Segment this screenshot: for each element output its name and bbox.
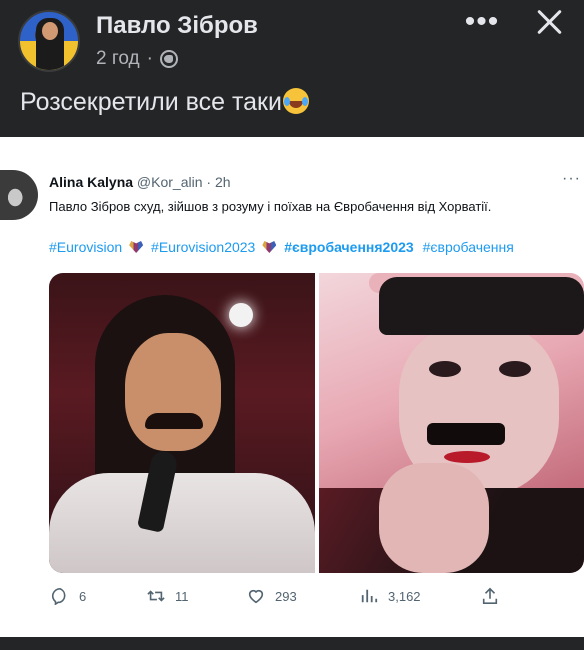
photo-moustache bbox=[145, 413, 203, 429]
post-meta: 2 год · bbox=[96, 48, 178, 70]
tweet-avatar bbox=[0, 170, 38, 220]
photo-cap bbox=[379, 277, 584, 335]
tweet-hashtags: #Eurovision #Eurovision2023 #євробачення… bbox=[49, 239, 519, 255]
author-avatar[interactable] bbox=[18, 10, 80, 72]
tweet-author-name: Alina Kalyna bbox=[49, 174, 134, 190]
tweet-author: Alina Kalyna @Kor_alin · 2h bbox=[49, 174, 231, 190]
like-count: 293 bbox=[275, 588, 297, 604]
globe-icon bbox=[159, 50, 178, 68]
photo-lips bbox=[444, 451, 490, 463]
views-count: 3,162 bbox=[388, 588, 421, 604]
laughing-emoji-icon bbox=[282, 88, 309, 114]
stage-light bbox=[229, 303, 253, 327]
avatar-face bbox=[42, 22, 58, 40]
retweet-icon bbox=[147, 590, 165, 602]
more-options-icon[interactable]: ••• bbox=[462, 6, 502, 38]
reply-count: 6 bbox=[79, 588, 87, 604]
tweet-text: Павло Зібров схуд, зійшов з розуму і пої… bbox=[49, 199, 492, 214]
tweet-handle: @Kor_alin bbox=[136, 174, 203, 190]
photo-eye bbox=[429, 361, 461, 377]
author-name[interactable]: Павло Зібров bbox=[96, 12, 258, 40]
eurovision-heart-icon bbox=[129, 241, 144, 253]
views-action: 3,162 bbox=[360, 587, 421, 605]
tweet-actions: 6 11 293 3,162 bbox=[0, 587, 584, 611]
photo-hand bbox=[379, 463, 489, 573]
photo-left bbox=[49, 273, 315, 573]
tweet-time: · 2h bbox=[206, 174, 231, 190]
views-icon bbox=[361, 589, 378, 603]
like-action: 293 bbox=[247, 587, 297, 605]
hashtag: #євробачення bbox=[422, 239, 514, 255]
reply-action: 6 bbox=[51, 587, 86, 605]
hashtag: #Eurovision bbox=[49, 239, 123, 255]
post-text: Розсекретили все таки bbox=[20, 88, 309, 117]
reply-icon bbox=[51, 587, 66, 605]
photo-right bbox=[319, 273, 584, 573]
retweet-action: 11 bbox=[147, 587, 189, 605]
photo-face bbox=[125, 333, 221, 451]
post-caption: Розсекретили все таки bbox=[20, 88, 282, 116]
tweet-screenshot[interactable]: Alina Kalyna @Kor_alin · 2h ··· Павло Зі… bbox=[0, 137, 584, 637]
tweet-more-icon: ··· bbox=[562, 170, 581, 187]
bottom-bar bbox=[0, 637, 584, 650]
hashtag: #євробачення2023 bbox=[284, 239, 414, 255]
hashtag: #Eurovision2023 bbox=[151, 239, 256, 255]
share-icon bbox=[482, 587, 498, 605]
meta-separator: · bbox=[146, 48, 153, 69]
photo-eye bbox=[499, 361, 531, 377]
retweet-count: 11 bbox=[175, 588, 189, 604]
eurovision-heart-icon bbox=[262, 241, 277, 253]
heart-icon bbox=[248, 589, 264, 604]
close-icon[interactable] bbox=[531, 4, 567, 40]
post-time[interactable]: 2 год bbox=[96, 48, 140, 70]
photo-jacket bbox=[49, 473, 315, 573]
photo-moustache bbox=[427, 423, 505, 445]
share-action bbox=[481, 587, 499, 605]
post-header: Павло Зібров 2 год · ••• Розсекретили вс… bbox=[0, 0, 584, 137]
tweet-photos bbox=[49, 273, 584, 573]
